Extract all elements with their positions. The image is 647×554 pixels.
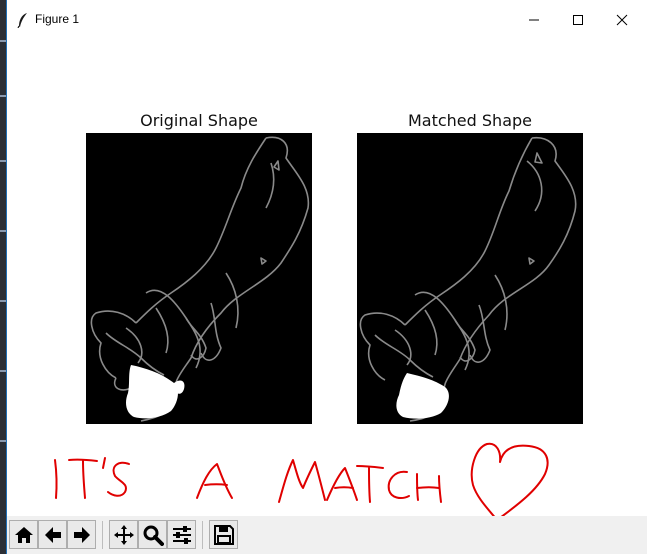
home-icon <box>14 526 33 543</box>
forward-arrow-icon <box>73 526 90 543</box>
zoom-button[interactable] <box>138 520 167 549</box>
configure-subplots-icon <box>172 525 191 544</box>
feather-icon <box>17 12 29 29</box>
home-button[interactable] <box>9 520 38 549</box>
close-button[interactable] <box>599 0 645 40</box>
back-arrow-icon <box>44 526 61 543</box>
title-bar[interactable]: Figure 1 <box>7 0 647 40</box>
back-button[interactable] <box>38 520 67 549</box>
window-title: Figure 1 <box>35 12 80 26</box>
forward-button[interactable] <box>67 520 96 549</box>
matched-shape-image[interactable] <box>357 133 583 424</box>
minimize-button[interactable] <box>511 0 557 40</box>
panel-title-matched: Matched Shape <box>407 111 532 130</box>
toolbar-separator <box>202 521 203 549</box>
figure-window: Figure 1 Original Shape Matched Shape <box>6 0 647 554</box>
original-shape-image[interactable] <box>86 133 312 424</box>
configure-subplots-button[interactable] <box>167 520 196 549</box>
toolbar-separator <box>102 521 103 549</box>
handwritten-annotation <box>7 430 647 526</box>
navigation-toolbar <box>7 516 647 554</box>
maximize-icon <box>573 15 583 25</box>
zoom-icon <box>143 525 164 546</box>
pan-button[interactable] <box>109 520 138 549</box>
save-icon <box>213 524 234 545</box>
minimize-icon <box>529 19 539 21</box>
pan-icon <box>113 524 134 545</box>
panel-title-original: Original Shape <box>140 111 258 130</box>
save-button[interactable] <box>209 520 238 549</box>
close-icon <box>616 14 628 26</box>
maximize-button[interactable] <box>555 0 601 40</box>
